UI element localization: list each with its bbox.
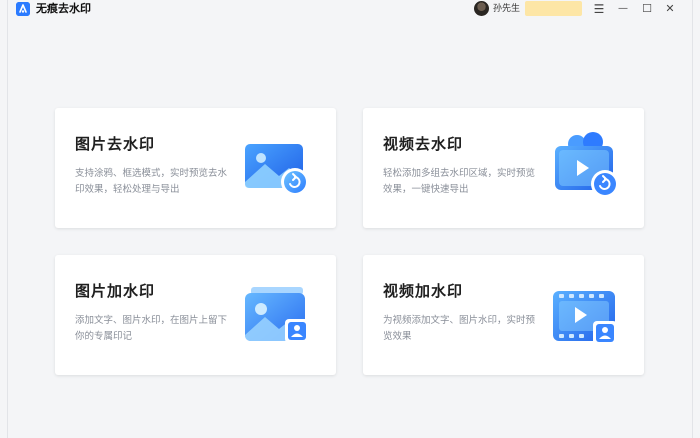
maximize-icon[interactable]: ☐ (639, 1, 655, 17)
app-title: 无痕去水印 (36, 2, 91, 15)
card-description: 为视频添加文字、图片水印，实时预览效果 (383, 315, 536, 342)
image-remove-watermark-icon (243, 138, 313, 204)
card-video-remove-watermark[interactable]: 视频去水印 轻松添加多组去水印区域，实时预览效果，一键快速导出 (363, 108, 644, 228)
minimize-icon[interactable]: — (615, 1, 631, 17)
card-title: 图片加水印 (75, 282, 156, 300)
card-title: 图片去水印 (75, 135, 156, 153)
menu-icon[interactable]: ☰ (591, 1, 607, 17)
card-description: 支持涂鸦、框选模式，实时预览去水印效果，轻松处理与导出 (75, 168, 228, 195)
vip-badge[interactable] (525, 1, 582, 16)
close-icon[interactable]: ✕ (662, 1, 678, 17)
card-description: 轻松添加多组去水印区域，实时预览效果，一键快速导出 (383, 168, 536, 195)
card-title: 视频加水印 (383, 282, 464, 300)
app-window: 无痕去水印 孙先生 ☰ — ☐ ✕ 图片去水印 支持涂鸦、框选模式，实时预览去水… (8, 0, 692, 438)
card-image-remove-watermark[interactable]: 图片去水印 支持涂鸦、框选模式，实时预览去水印效果，轻松处理与导出 (55, 108, 336, 228)
card-description: 添加文字、图片水印，在图片上留下你的专属印记 (75, 315, 228, 342)
username-label[interactable]: 孙先生 (493, 2, 520, 16)
image-add-watermark-icon (241, 285, 313, 353)
user-avatar[interactable] (474, 1, 489, 16)
card-video-add-watermark[interactable]: 视频加水印 为视频添加文字、图片水印，实时预览效果 (363, 255, 644, 375)
card-image-add-watermark[interactable]: 图片加水印 添加文字、图片水印，在图片上留下你的专属印记 (55, 255, 336, 375)
video-add-watermark-icon (551, 289, 623, 353)
video-remove-watermark-icon (551, 132, 623, 204)
app-logo-icon (16, 2, 30, 16)
card-title: 视频去水印 (383, 135, 464, 153)
title-bar: 无痕去水印 孙先生 ☰ — ☐ ✕ (8, 0, 692, 18)
